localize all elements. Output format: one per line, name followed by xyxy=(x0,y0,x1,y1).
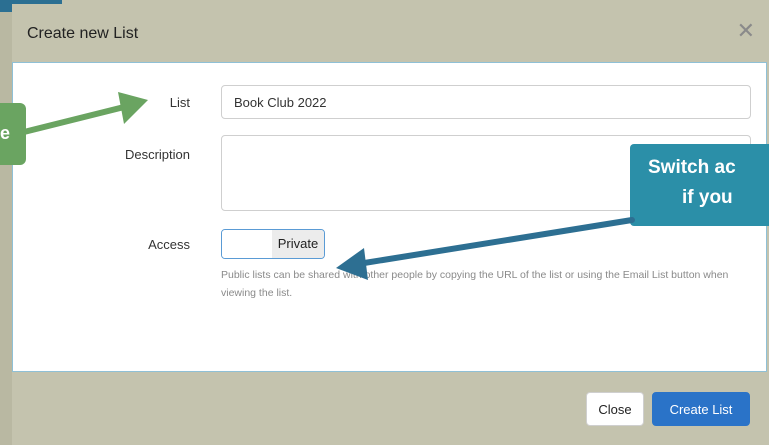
access-label: Access xyxy=(148,237,190,252)
create-list-button[interactable]: Create List xyxy=(652,392,750,426)
page-backdrop xyxy=(0,0,12,445)
modal-footer: Close Create List xyxy=(12,372,769,445)
close-button[interactable]: Close xyxy=(586,392,644,426)
modal-header: Create new List ✕ xyxy=(12,4,769,62)
access-help-text: Public lists can be shared with other pe… xyxy=(221,269,729,299)
annotation-callout-right-line1: Switch ac xyxy=(648,157,736,178)
annotation-callout-right-line2: if you xyxy=(682,187,733,208)
modal-title: Create new List xyxy=(27,25,139,42)
list-name-input[interactable] xyxy=(221,85,751,119)
annotation-callout-left: e xyxy=(0,103,26,165)
annotation-callout-right: Switch ac if you xyxy=(630,144,769,226)
close-icon[interactable]: ✕ xyxy=(737,20,755,42)
access-toggle-public-side[interactable] xyxy=(222,230,272,258)
annotation-callout-left-text: e xyxy=(0,123,11,143)
description-label: Description xyxy=(124,147,190,162)
access-toggle[interactable]: Private xyxy=(221,229,325,259)
access-toggle-private[interactable]: Private xyxy=(272,230,324,258)
list-label: List xyxy=(169,95,190,110)
